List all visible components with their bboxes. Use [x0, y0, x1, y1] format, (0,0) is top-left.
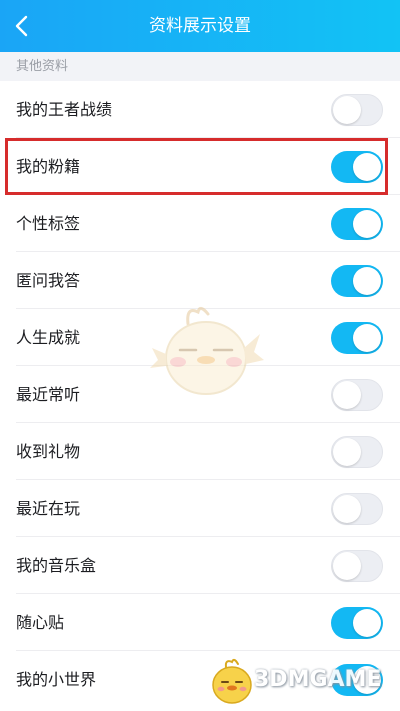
- setting-label: 个性标签: [16, 214, 81, 233]
- toggle-knob: [333, 552, 361, 580]
- toggle-switch[interactable]: [331, 208, 383, 240]
- toggle-knob: [333, 381, 361, 409]
- setting-label: 我的小世界: [16, 670, 97, 689]
- watermark-text: 3DMGAME: [254, 667, 382, 692]
- toggle-switch[interactable]: [331, 265, 383, 297]
- site-watermark: 3DMGAME: [208, 655, 398, 707]
- setting-row-recent-play[interactable]: 最近在玩: [0, 480, 400, 537]
- toggle-switch[interactable]: [331, 607, 383, 639]
- toggle-switch[interactable]: [331, 322, 383, 354]
- toggle-switch[interactable]: [331, 493, 383, 525]
- setting-row-gifts[interactable]: 收到礼物: [0, 423, 400, 480]
- setting-label: 收到礼物: [16, 442, 81, 461]
- page-title: 资料展示设置: [149, 16, 251, 36]
- setting-label: 最近在玩: [16, 499, 81, 518]
- setting-row-anonymous-qa[interactable]: 匿问我答: [0, 252, 400, 309]
- setting-row-fanji[interactable]: 我的粉籍: [0, 138, 400, 195]
- setting-row-music-box[interactable]: 我的音乐盒: [0, 537, 400, 594]
- toggle-knob: [353, 267, 381, 295]
- toggle-knob: [333, 438, 361, 466]
- toggle-knob: [353, 324, 381, 352]
- section-header: 其他资料: [0, 52, 400, 81]
- toggle-knob: [353, 210, 381, 238]
- setting-label: 我的粉籍: [16, 157, 81, 176]
- toggle-switch[interactable]: [331, 379, 383, 411]
- toggle-knob: [353, 609, 381, 637]
- setting-label: 我的音乐盒: [16, 556, 97, 575]
- setting-row-tags[interactable]: 个性标签: [0, 195, 400, 252]
- setting-label: 我的王者战绩: [16, 100, 113, 119]
- toggle-switch[interactable]: [331, 94, 383, 126]
- setting-label: 最近常听: [16, 385, 81, 404]
- toggle-switch[interactable]: [331, 151, 383, 183]
- setting-label: 随心贴: [16, 613, 65, 632]
- title-bar: 资料展示设置: [0, 0, 400, 52]
- setting-row-wangzhe[interactable]: 我的王者战绩: [0, 81, 400, 138]
- section-label: 其他资料: [16, 59, 69, 74]
- chick-mascot-watermark-icon: [150, 307, 264, 395]
- toggle-switch[interactable]: [331, 550, 383, 582]
- chick-logo-icon: [212, 658, 252, 704]
- setting-label: 匿问我答: [16, 271, 81, 290]
- setting-label: 人生成就: [16, 328, 81, 347]
- toggle-knob: [333, 495, 361, 523]
- toggle-knob: [333, 96, 361, 124]
- toggle-knob: [353, 153, 381, 181]
- toggle-switch[interactable]: [331, 436, 383, 468]
- setting-row-sticker[interactable]: 随心贴: [0, 594, 400, 651]
